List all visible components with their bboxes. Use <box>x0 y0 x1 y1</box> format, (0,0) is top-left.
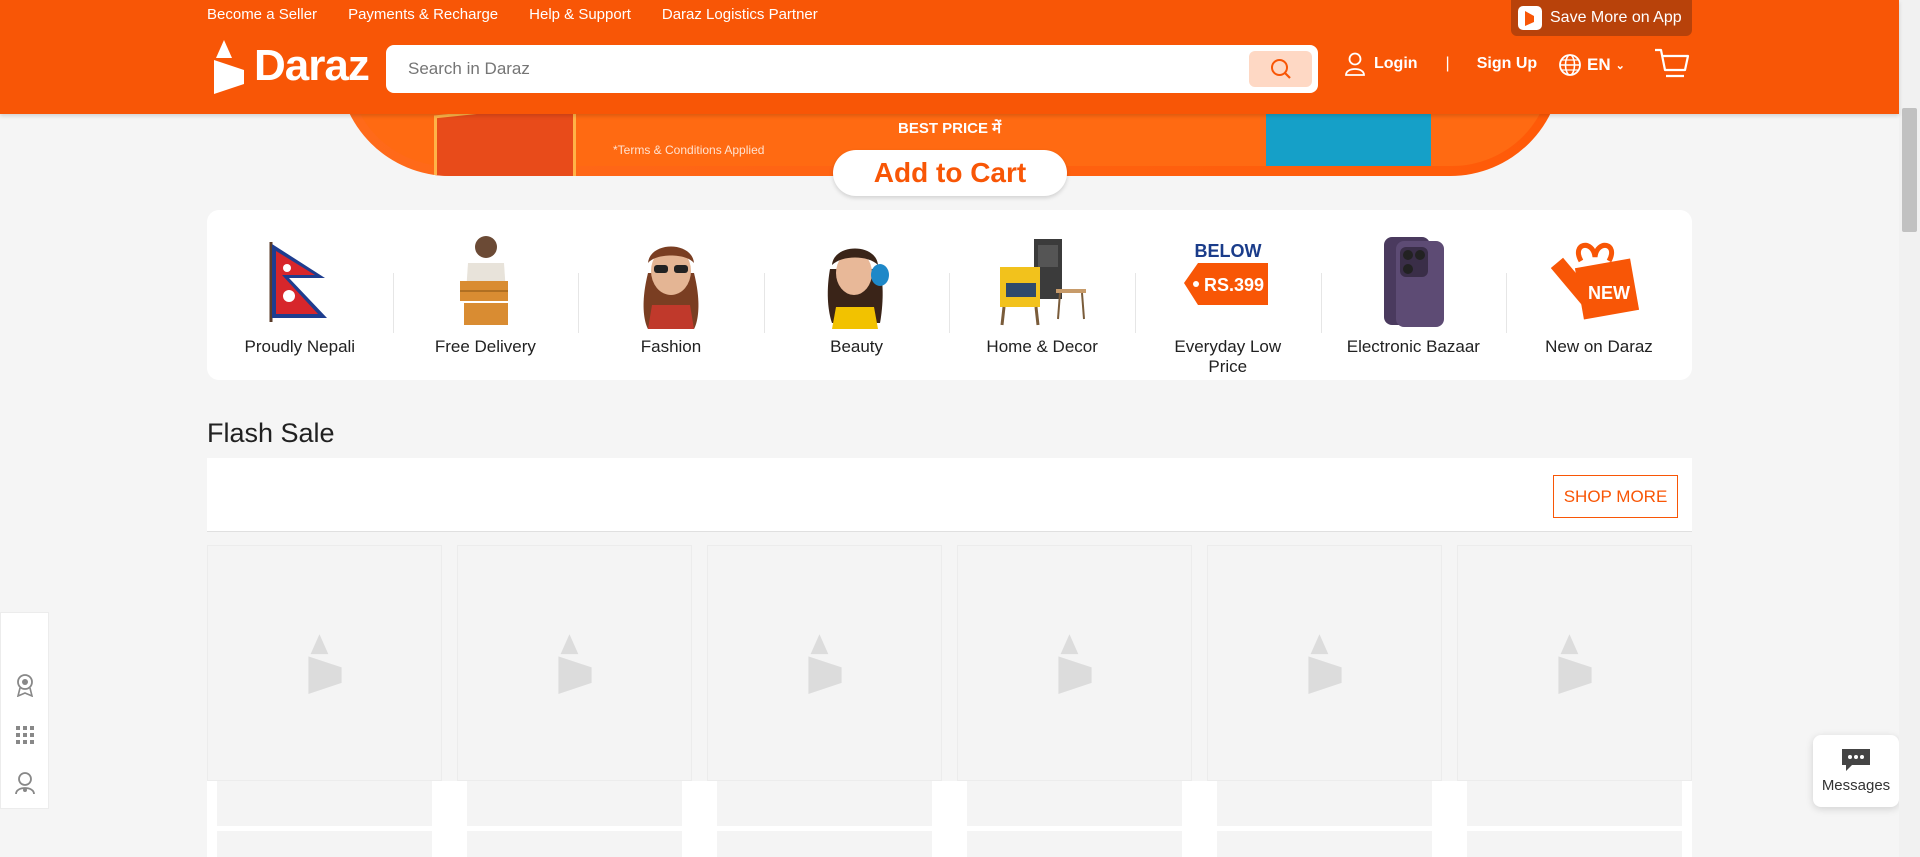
account-links: Login | Sign Up <box>1344 52 1537 76</box>
category-home-decor[interactable]: Home & Decor <box>949 233 1135 357</box>
search-icon <box>1270 59 1291 79</box>
user-support-icon[interactable] <box>13 771 37 795</box>
flash-sale-title: Flash Sale <box>207 418 335 448</box>
search-bar <box>386 45 1318 93</box>
product-tile-lower <box>717 781 932 826</box>
save-more-app-button[interactable]: Save More on App <box>1511 0 1692 36</box>
placeholder-logo-icon <box>1307 634 1342 694</box>
product-tile-lower <box>717 831 932 857</box>
category-label: Free Delivery <box>434 337 536 356</box>
chat-bubble-icon <box>1842 749 1870 771</box>
badge-icon[interactable] <box>13 673 37 697</box>
category-everyday-low-price[interactable]: BELOW RS.399 Everyday Low Price <box>1134 233 1321 377</box>
category-label: Beauty <box>830 337 884 356</box>
top-links: Become a Seller Payments & Recharge Help… <box>207 6 818 23</box>
category-electronic-bazaar[interactable]: Electronic Bazaar <box>1320 233 1507 357</box>
messages-label: Messages <box>1821 777 1891 794</box>
cart-button[interactable] <box>1654 48 1690 85</box>
placeholder-logo-icon <box>557 634 592 694</box>
category-new-on-daraz[interactable]: NEW New on Daraz <box>1506 233 1692 357</box>
delivery-person-icon <box>437 233 533 329</box>
placeholder-logo-icon <box>1057 634 1092 694</box>
grid-icon[interactable] <box>13 723 37 747</box>
category-proudly-nepali[interactable]: Proudly Nepali <box>207 233 393 357</box>
fashion-model-icon <box>623 233 719 329</box>
product-tile-lower <box>217 831 432 857</box>
side-rail <box>0 612 49 809</box>
signup-link[interactable]: Sign Up <box>1477 55 1537 73</box>
product-tile-lower <box>967 831 1182 857</box>
category-label: Everyday Low Price <box>1174 337 1282 376</box>
price-tag-top: BELOW <box>1194 241 1261 261</box>
product-tile-lower <box>1217 831 1432 857</box>
category-free-delivery[interactable]: Free Delivery <box>392 233 579 357</box>
logistics-partner-link[interactable]: Daraz Logistics Partner <box>662 6 818 23</box>
globe-icon <box>1559 54 1581 76</box>
product-tile[interactable] <box>457 545 692 781</box>
payments-recharge-link[interactable]: Payments & Recharge <box>348 6 498 23</box>
app-promo-label: Save More on App <box>1550 9 1682 26</box>
beauty-model-icon <box>809 233 905 329</box>
messages-button[interactable]: Messages <box>1813 735 1899 807</box>
product-tile[interactable] <box>707 545 942 781</box>
product-tile-lower <box>1467 781 1682 826</box>
category-fashion[interactable]: Fashion <box>578 233 764 357</box>
smartphone-icon <box>1365 233 1461 329</box>
login-link[interactable]: Login <box>1344 52 1418 76</box>
placeholder-logo-icon <box>1557 634 1592 694</box>
language-selector[interactable]: EN ⌄ <box>1558 53 1625 77</box>
login-label: Login <box>1374 55 1418 72</box>
product-tile[interactable] <box>1207 545 1442 781</box>
daraz-logo-icon <box>214 40 244 94</box>
placeholder-logo-icon <box>307 634 342 694</box>
price-tag-icon: BELOW RS.399 <box>1180 233 1276 329</box>
nepal-flag-icon <box>252 233 348 329</box>
search-button[interactable] <box>1249 51 1312 87</box>
price-tag-amount: RS.399 <box>1204 275 1264 295</box>
become-seller-link[interactable]: Become a Seller <box>207 6 317 23</box>
product-tile-lower <box>1467 831 1682 857</box>
flash-sale-header: SHOP MORE <box>207 458 1692 532</box>
daraz-app-icon <box>1518 6 1542 30</box>
new-tag-label: NEW <box>1588 283 1630 303</box>
product-tile-lower <box>217 781 432 826</box>
logo-text: Daraz <box>254 41 370 90</box>
site-header: Become a Seller Payments & Recharge Help… <box>0 0 1899 114</box>
placeholder-logo-icon <box>807 634 842 694</box>
product-tile-lower <box>467 831 682 857</box>
product-tile[interactable] <box>1457 545 1692 781</box>
gift-new-icon: NEW <box>1550 233 1647 329</box>
product-tile[interactable] <box>207 545 442 781</box>
page-scrollbar[interactable] <box>1899 0 1920 857</box>
cart-icon <box>1655 48 1690 78</box>
product-tile[interactable] <box>957 545 1192 781</box>
banner-best-price: BEST PRICE में <box>898 120 1002 137</box>
category-label: Home & Decor <box>986 337 1098 356</box>
category-label: Electronic Bazaar <box>1346 337 1480 356</box>
banner-terms: *Terms & Conditions Applied <box>613 143 765 157</box>
category-strip: Proudly Nepali Free Delivery Fashion Bea… <box>207 210 1692 380</box>
shop-more-button[interactable]: SHOP MORE <box>1553 475 1678 518</box>
language-label: EN <box>1587 55 1611 74</box>
chevron-down-icon: ⌄ <box>1615 59 1625 72</box>
product-tile-lower <box>467 781 682 826</box>
category-label: Fashion <box>640 337 702 356</box>
account-separator: | <box>1445 55 1450 72</box>
category-label: Proudly Nepali <box>244 337 356 356</box>
user-icon <box>1345 52 1365 76</box>
category-label: New on Daraz <box>1545 337 1653 356</box>
help-support-link[interactable]: Help & Support <box>529 6 631 23</box>
product-tile-lower <box>1217 781 1432 826</box>
product-tile-lower <box>967 781 1182 826</box>
daraz-logo[interactable]: Daraz <box>212 38 370 94</box>
category-beauty[interactable]: Beauty <box>763 233 950 357</box>
armchair-icon <box>994 233 1090 329</box>
search-input[interactable] <box>408 45 1268 93</box>
scrollbar-thumb[interactable] <box>1902 108 1917 232</box>
add-to-cart-button[interactable]: Add to Cart <box>833 150 1067 196</box>
flash-sale-product-grid <box>207 545 1692 857</box>
